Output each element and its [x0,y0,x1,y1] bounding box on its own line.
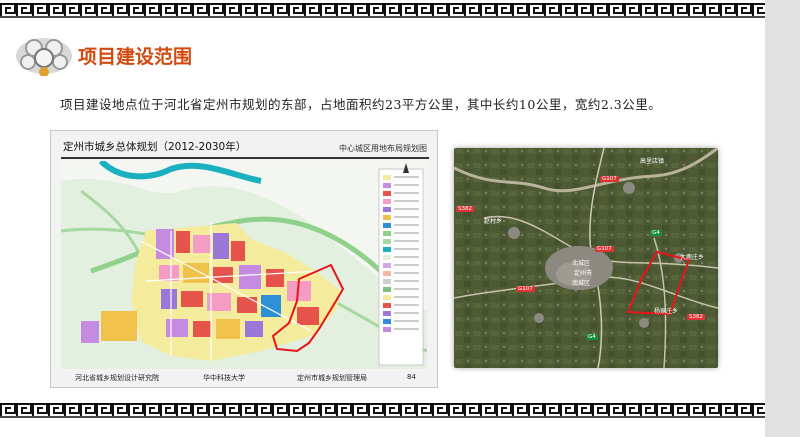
road-label-g107-top: G107 [600,176,619,182]
bottom-decorative-border [0,402,765,418]
place-label-city-north: 北城区 [572,260,591,267]
logo [14,34,74,77]
plan-map-image [60,158,428,369]
window-scrollbar[interactable] [765,0,800,437]
place-label-east: 大鹿庄乡 [680,254,705,261]
top-decorative-border [0,2,765,18]
slide: 项目建设范围 项目建设地点位于河北省定州市规划的东部，占地面积约23平方公里，其… [0,0,765,437]
satellite-map: G107 S382 G107 G4 G107 G4 S382 高里店镇 赵村乡 … [454,148,718,368]
road-label-g107-bottom: G107 [516,286,535,292]
plan-footer-page: 84 [407,373,416,381]
road-label-s382-left: S382 [456,206,474,212]
plan-footer-org1: 河北省城乡规划设计研究院 [75,374,159,382]
plan-map-footer: 河北省城乡规划设计研究院 华中科技大学 定州市城乡规划管理局 84 [61,371,427,385]
road-label-g4-right: G4 [650,230,662,236]
project-description: 项目建设地点位于河北省定州市规划的东部，占地面积约23平方公里，其中长约10公里… [60,97,662,112]
plan-map-rule [61,157,429,159]
plan-map-subtitle: 中心城区用地布局规划图 [339,144,427,153]
place-label-west: 赵村乡 [484,218,503,225]
plan-footer-org3: 定州市城乡规划管理局 [297,374,367,382]
road-label-g4-bottom: G4 [586,334,598,340]
place-label-city-south: 南城区 [572,280,591,287]
place-label-city-center: 定州市 [574,270,593,277]
plan-map-title: 定州市城乡总体规划（2012-2030年） [63,141,247,153]
master-plan-map: 定州市城乡总体规划（2012-2030年） 中心城区用地布局规划图 河北省城乡规… [50,130,438,388]
place-label-southeast: 杨家庄乡 [654,308,679,315]
road-label-g107-mid: G107 [595,246,614,252]
place-label-north: 高里店镇 [640,158,665,165]
slide-title: 项目建设范围 [78,46,193,68]
road-label-s382-right: S382 [687,314,705,320]
plan-footer-org2: 华中科技大学 [203,374,245,382]
